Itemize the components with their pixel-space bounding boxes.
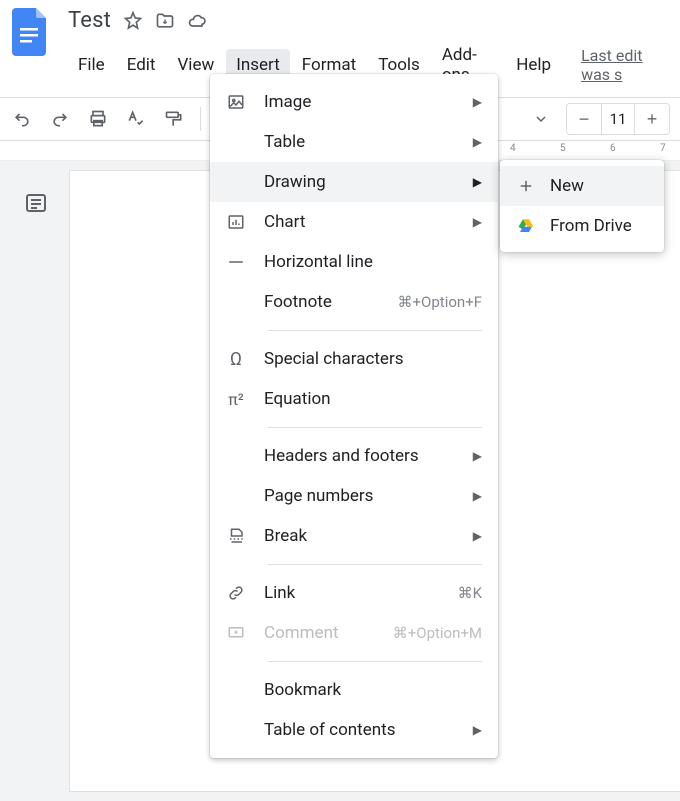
submenu-arrow-icon: ▶ [473,95,482,109]
redo-icon[interactable] [48,107,72,131]
menu-label: Image [264,92,473,112]
docs-logo-icon[interactable] [10,8,50,56]
menu-label: Page numbers [264,486,473,506]
pi-icon: π² [226,389,246,409]
submenu-arrow-icon: ▶ [473,723,482,737]
insert-horizontal-line[interactable]: Horizontal line [210,242,498,282]
ruler-mark: 6 [610,143,616,154]
menu-label: Comment [264,623,393,643]
insert-chart[interactable]: Chart ▶ [210,202,498,242]
drawing-from-drive[interactable]: From Drive [500,206,664,246]
image-icon [226,92,246,112]
insert-special-characters[interactable]: Ω Special characters [210,339,498,379]
style-dropdown[interactable] [530,114,552,124]
font-size-value[interactable]: 11 [601,104,635,134]
menu-label: Special characters [264,349,482,369]
document-title[interactable]: Test [68,8,111,33]
submenu-arrow-icon: ▶ [473,215,482,229]
menu-label: Equation [264,389,482,409]
ruler-mark: 4 [510,143,516,154]
insert-image[interactable]: Image ▶ [210,82,498,122]
insert-dropdown: Image ▶ Table ▶ Drawing ▶ Chart ▶ Horizo… [210,74,498,758]
menu-label: Headers and footers [264,446,473,466]
menu-file[interactable]: File [68,49,115,81]
menu-separator [268,564,482,565]
spellcheck-icon[interactable] [124,107,148,131]
menu-label: Footnote [264,292,398,312]
insert-table-of-contents[interactable]: Table of contents ▶ [210,710,498,750]
insert-table[interactable]: Table ▶ [210,122,498,162]
font-size-decrease[interactable]: − [567,104,601,134]
drawing-new[interactable]: New [500,166,664,206]
font-size-increase[interactable]: + [635,104,669,134]
menu-separator [268,330,482,331]
outline-toggle-icon[interactable] [24,191,52,219]
horizontal-line-icon [226,252,246,272]
submenu-arrow-icon: ▶ [473,135,482,149]
menu-label: Link [264,583,458,603]
star-icon[interactable] [123,11,143,31]
omega-icon: Ω [226,349,246,369]
drawing-submenu: New From Drive [500,160,664,252]
blank-icon [226,680,246,700]
move-folder-icon[interactable] [155,11,175,31]
menu-label: Table [264,132,473,152]
shortcut-label: ⌘K [458,584,482,602]
menu-label: Chart [264,212,473,232]
print-icon[interactable] [86,107,110,131]
toolbar-separator [200,107,201,131]
menu-label: Horizontal line [264,252,482,272]
page-break-icon [226,526,246,546]
blank-icon [226,172,246,192]
shortcut-label: ⌘+Option+F [398,293,482,311]
ruler-mark: 7 [660,143,666,154]
menu-label: Break [264,526,473,546]
chart-icon [226,212,246,232]
blank-icon [226,446,246,466]
undo-icon[interactable] [10,107,34,131]
insert-page-numbers[interactable]: Page numbers ▶ [210,476,498,516]
submenu-arrow-icon: ▶ [473,175,482,189]
font-size-control: − 11 + [566,103,670,135]
menu-label: Drawing [264,172,473,192]
menu-separator [268,661,482,662]
menu-help[interactable]: Help [506,49,561,81]
insert-drawing[interactable]: Drawing ▶ [210,162,498,202]
blank-icon [226,486,246,506]
menu-label: New [550,176,584,196]
plus-icon [516,176,536,196]
submenu-arrow-icon: ▶ [473,449,482,463]
blank-icon [226,132,246,152]
insert-equation[interactable]: π² Equation [210,379,498,419]
menu-label: From Drive [550,216,632,236]
paint-format-icon[interactable] [162,107,186,131]
comment-icon [226,623,246,643]
ruler-mark: 5 [560,143,566,154]
blank-icon [226,720,246,740]
drive-icon [516,216,536,236]
insert-link[interactable]: Link ⌘K [210,573,498,613]
submenu-arrow-icon: ▶ [473,529,482,543]
menu-separator [268,427,482,428]
shortcut-label: ⌘+Option+M [393,624,482,642]
submenu-arrow-icon: ▶ [473,489,482,503]
last-edit-link[interactable]: Last edit was s [581,46,670,84]
insert-headers-footers[interactable]: Headers and footers ▶ [210,436,498,476]
menu-edit[interactable]: Edit [117,49,166,81]
menu-label: Table of contents [264,720,473,740]
insert-footnote[interactable]: Footnote ⌘+Option+F [210,282,498,322]
menu-label: Bookmark [264,680,482,700]
insert-comment: Comment ⌘+Option+M [210,613,498,653]
link-icon [226,583,246,603]
insert-bookmark[interactable]: Bookmark [210,670,498,710]
blank-icon [226,292,246,312]
cloud-status-icon[interactable] [187,11,207,31]
insert-break[interactable]: Break ▶ [210,516,498,556]
